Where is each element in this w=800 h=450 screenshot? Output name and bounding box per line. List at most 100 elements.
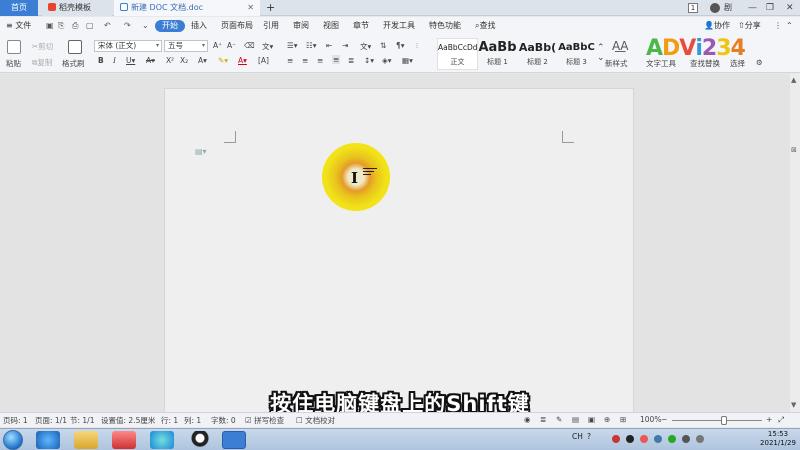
tab-home[interactable]: 首页 [0,0,38,16]
status-col[interactable]: 列: 1 [184,415,201,426]
tray-security-icon[interactable] [668,435,676,443]
status-pages[interactable]: 页面: 1/1 [35,415,67,426]
view-web-icon[interactable]: ⊕ [604,415,610,424]
media-player-icon[interactable] [112,431,136,449]
align-left-icon[interactable]: ≡ [287,56,293,65]
bullet-list-icon[interactable]: ☰▾ [287,41,298,50]
fit-page-icon[interactable]: ⤢ [778,415,784,425]
view-fullscreen-icon[interactable]: ⊞ [620,415,626,424]
share-button[interactable]: ⇧分享 [738,20,761,32]
tab-view[interactable]: 视图 [323,20,339,32]
format-painter-icon[interactable] [68,40,82,54]
maximize-button[interactable]: ❐ [766,0,774,16]
user-name[interactable]: 剧 [724,0,732,16]
grow-font-icon[interactable]: A⁺ [213,41,222,50]
avatar[interactable] [710,3,720,13]
line-spacing-icon[interactable]: ↕▾ [364,56,374,65]
tab-review[interactable]: 审阅 [293,20,309,32]
italic-button[interactable]: I [113,56,116,65]
zoom-level[interactable]: 100% [640,415,661,424]
style-heading-2[interactable]: AaBb( 标题 2 [517,38,558,70]
style-heading-1[interactable]: AaBb 标题 1 [477,38,518,70]
justify-icon[interactable]: ≡ [332,55,341,64]
sogou-icon[interactable] [150,431,174,449]
save-icon[interactable]: ▣ [46,21,54,30]
style-more-icon[interactable]: ⌃ ⌄ [597,43,605,63]
undo-icon[interactable]: ↶ [104,21,111,30]
align-right-icon[interactable]: ≡ [317,56,323,65]
close-tab-icon[interactable]: ✕ [247,0,254,16]
cut-button[interactable]: ✂剪切 [32,41,53,52]
tray-cloud-icon[interactable] [654,435,662,443]
format-painter-button[interactable]: 格式刷 [62,58,85,69]
window-count-badge[interactable]: 1 [688,3,698,13]
highlight-color-icon[interactable]: ✎▾ [218,56,228,65]
tray-record-icon[interactable] [626,435,634,443]
more-chevron-icon[interactable]: ⌄ [142,21,149,30]
font-color-icon[interactable]: A▾ [238,56,247,65]
subscript-button[interactable]: X₂ [180,56,188,65]
status-page-number[interactable]: 页码: 1 [3,415,28,426]
view-edit-icon[interactable]: ✎ [556,415,562,424]
print-preview-icon[interactable]: ▢ [86,21,94,30]
tab-start[interactable]: 开始 [155,20,185,32]
zoom-out-icon[interactable]: − [661,415,667,424]
ie-browser-icon[interactable] [36,431,60,449]
font-size-select[interactable]: 五号 ▾ [164,40,208,52]
tray-volume-icon[interactable] [696,435,704,443]
paste-button[interactable]: 粘贴 [6,58,21,69]
eye-protect-icon[interactable]: ◉ [524,415,531,424]
minimize-button[interactable]: — [748,0,757,16]
collab-button[interactable]: 👤协作 [704,20,730,32]
export-pdf-icon[interactable]: ⎘ [58,21,64,31]
tray-network-icon[interactable] [682,435,690,443]
tray-alert-icon[interactable] [640,435,648,443]
numbered-list-icon[interactable]: ☷▾ [306,41,317,50]
tray-app-icon[interactable] [612,435,620,443]
paragraph-icon[interactable]: ⫶ [416,41,418,51]
tab-references[interactable]: 引用 [263,20,279,32]
decrease-indent-icon[interactable]: ⇤ [326,41,332,50]
font-name-select[interactable]: 宋体 (正文) ▾ [94,40,162,52]
superscript-button[interactable]: X² [166,56,174,65]
zoom-slider[interactable] [672,420,762,421]
ime-help-icon[interactable]: ? [587,432,591,441]
tab-developer[interactable]: 开发工具 [383,20,415,32]
qq-icon[interactable] [188,431,212,449]
paragraph-panel-icon[interactable]: ⊠ [791,146,797,154]
status-word-count[interactable]: 字数: 0 [211,415,236,426]
strikethrough-button[interactable]: A▾ [146,56,155,65]
status-setting[interactable]: 设置值: 2.5厘米 [101,415,155,426]
copy-button[interactable]: ⧉复制 [32,57,52,68]
collapse-ribbon-icon[interactable]: ⌃ [786,20,793,32]
wps-writer-icon[interactable] [222,431,246,449]
chinese-layout-icon[interactable]: 文▾ [360,41,371,52]
zoom-in-icon[interactable]: + [766,415,772,424]
borders-icon[interactable]: ▦▾ [402,56,413,65]
bold-button[interactable]: B [98,56,104,65]
new-style-button[interactable]: 新样式 [605,58,628,69]
tab-template[interactable]: 稻壳模板 [42,0,112,16]
shading-icon[interactable]: ◈▾ [382,56,392,65]
tab-insert[interactable]: 插入 [191,20,207,32]
vertical-scrollbar[interactable]: ▲ ⊠ ▼ [790,74,800,412]
spell-check-toggle[interactable]: ☑ 拼写检查 [245,415,284,426]
status-section[interactable]: 节: 1/1 [70,415,94,426]
paragraph-marker-icon[interactable]: ▤▾ [195,147,207,156]
redo-icon[interactable]: ↷ [124,21,131,30]
paste-icon[interactable] [7,40,21,54]
tab-document[interactable]: 新建 DOC 文档.doc ✕ [114,0,260,16]
style-heading-3[interactable]: AaBbC 标题 3 [556,38,597,70]
show-marks-icon[interactable]: ¶▾ [396,41,405,50]
clear-format-icon[interactable]: ⌫ [244,41,255,50]
zoom-slider-handle[interactable] [721,416,728,425]
style-normal[interactable]: AaBbCcDd 正文 [437,38,478,70]
sort-icon[interactable]: ⇅ [380,41,386,50]
document-page[interactable]: ▤▾ I [164,88,634,418]
proofread-button[interactable]: ☐ 文档校对 [296,415,335,426]
new-tab-button[interactable]: + [266,0,275,15]
tab-chapter[interactable]: 章节 [353,20,369,32]
file-explorer-icon[interactable] [74,431,98,449]
view-page-icon[interactable]: ▤ [572,415,579,424]
windows-start-icon[interactable] [3,430,23,450]
